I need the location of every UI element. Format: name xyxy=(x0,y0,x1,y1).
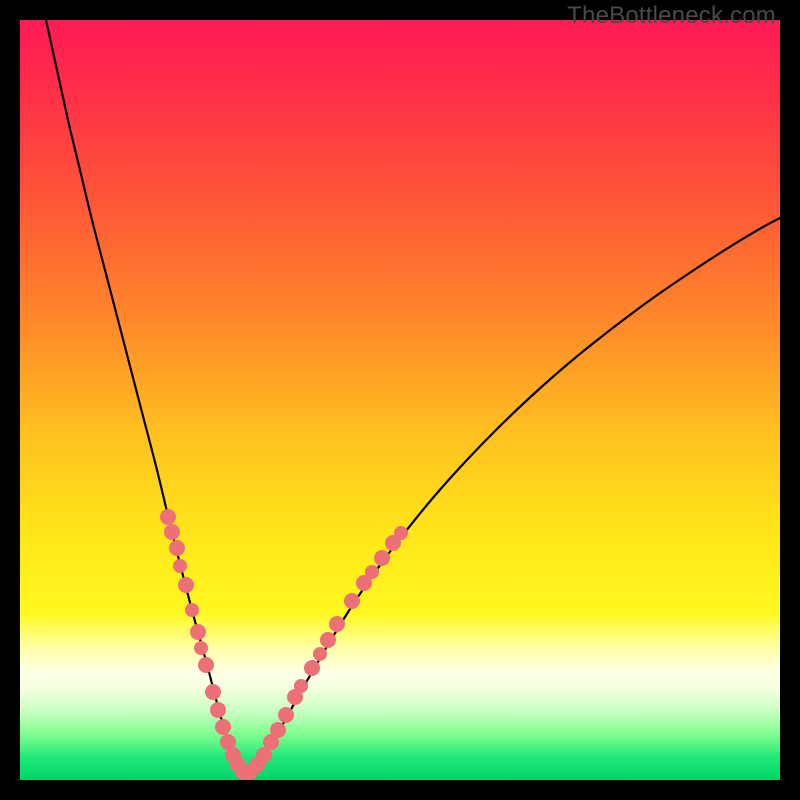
data-marker xyxy=(178,577,194,593)
data-marker xyxy=(160,509,176,525)
data-marker xyxy=(215,719,231,735)
plot-area xyxy=(20,20,780,780)
data-marker xyxy=(190,624,206,640)
data-marker xyxy=(270,722,286,738)
data-marker xyxy=(173,559,187,573)
data-marker xyxy=(164,524,180,540)
data-marker xyxy=(394,526,408,540)
data-marker xyxy=(205,684,221,700)
data-marker xyxy=(198,657,214,673)
data-marker xyxy=(169,540,185,556)
data-marker xyxy=(194,641,208,655)
data-marker xyxy=(294,679,308,693)
data-marker xyxy=(344,593,360,609)
data-marker xyxy=(365,565,379,579)
data-marker xyxy=(320,632,336,648)
data-marker xyxy=(329,616,345,632)
data-marker xyxy=(278,707,294,723)
data-marker xyxy=(185,603,199,617)
chart-svg xyxy=(20,20,780,780)
chart-background xyxy=(20,20,780,780)
data-marker xyxy=(210,702,226,718)
data-marker xyxy=(304,660,320,676)
data-marker xyxy=(374,550,390,566)
watermark-text: TheBottleneck.com xyxy=(567,2,776,30)
data-marker xyxy=(313,647,327,661)
chart-frame: TheBottleneck.com xyxy=(0,0,800,800)
